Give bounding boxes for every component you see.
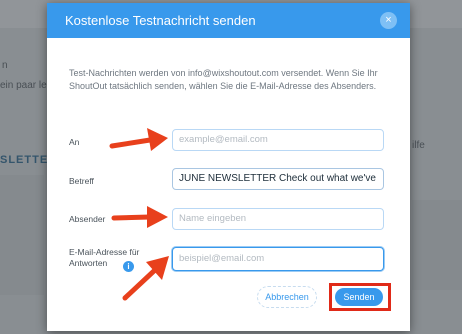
close-icon[interactable]: ×: [380, 12, 397, 29]
send-button[interactable]: Senden: [335, 288, 383, 306]
dialog-title: Kostenlose Testnachricht senden: [65, 13, 256, 28]
test-message-dialog: Kostenlose Testnachricht senden × Test-N…: [47, 3, 410, 331]
sender-label: Absender: [69, 214, 106, 224]
reply-to-email-field[interactable]: beispiel@email.com: [172, 247, 384, 271]
subject-field[interactable]: JUNE NEWSLETTER Check out what we've: [172, 168, 384, 190]
to-field[interactable]: example@email.com: [172, 129, 384, 151]
info-icon[interactable]: i: [123, 261, 134, 272]
reply-to-label: E-Mail-Adresse für Antworten: [69, 247, 140, 268]
cancel-button[interactable]: Abbrechen: [257, 286, 317, 308]
dialog-intro-text: Test-Nachrichten werden von info@wixshou…: [69, 68, 378, 91]
dialog-header: Kostenlose Testnachricht senden ×: [47, 3, 410, 38]
sender-name-field[interactable]: Name eingeben: [172, 208, 384, 230]
subject-label: Betreff: [69, 176, 94, 186]
to-label: An: [69, 137, 80, 147]
